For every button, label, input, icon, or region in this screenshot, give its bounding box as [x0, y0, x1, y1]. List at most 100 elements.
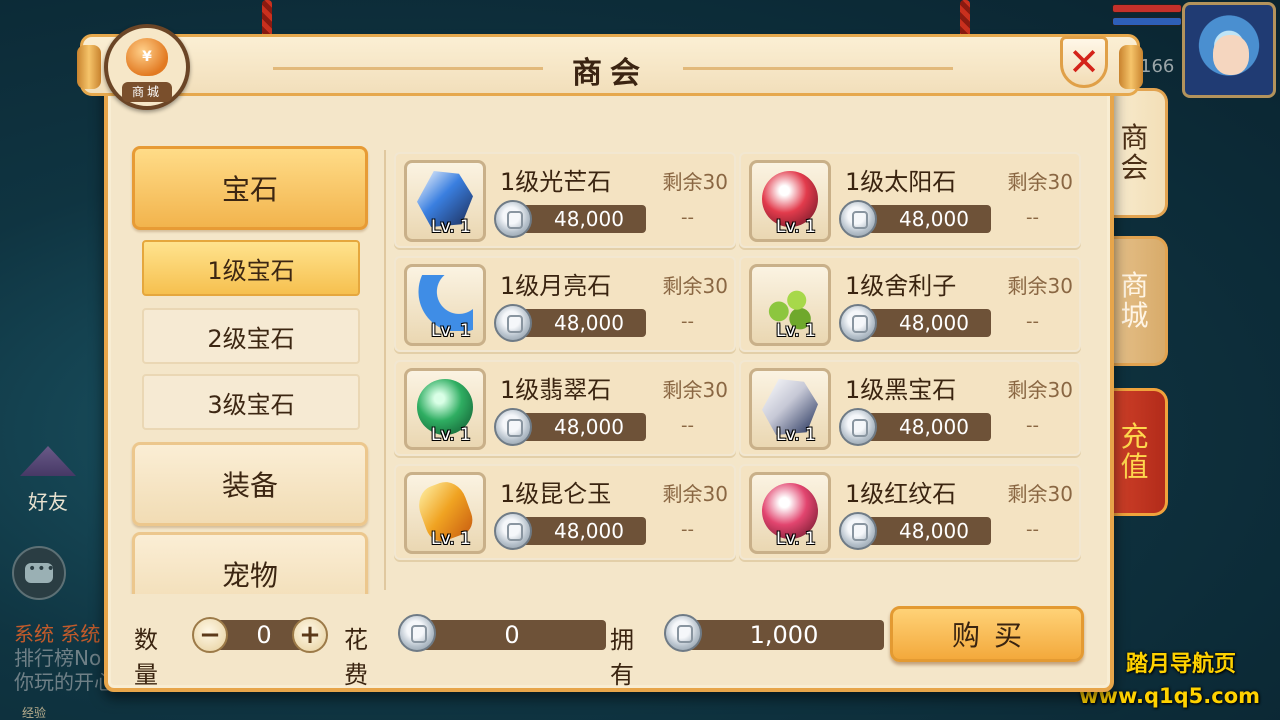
player-status-bars [1112, 4, 1182, 30]
silver-coin-icon [494, 304, 532, 342]
shop-item-card[interactable]: Lv. 1 1级太阳石 剩余30 48,000 -- [739, 152, 1081, 248]
item-name: 1级昆仑玉 [500, 480, 612, 508]
item-level: Lv. 1 [776, 425, 816, 445]
close-button[interactable]: ✕ [1060, 36, 1108, 88]
exp-label: 经验 [22, 706, 47, 720]
item-price: 48,000 [859, 517, 991, 545]
item-stock: 剩余30 [1007, 482, 1073, 506]
friends-label: 好友 [28, 490, 68, 514]
silver-coin-icon [839, 200, 877, 238]
item-stock: 剩余30 [662, 274, 728, 298]
item-level: Lv. 1 [431, 529, 471, 549]
mall-logo: ¥ 商城 [104, 24, 190, 110]
item-price: 48,000 [859, 205, 991, 233]
category-pets[interactable]: 宠物 [132, 532, 368, 594]
item-price: 48,000 [514, 517, 646, 545]
chat-line: 你玩的开心 [14, 670, 114, 694]
item-level: Lv. 1 [431, 217, 471, 237]
item-name: 1级月亮石 [500, 272, 612, 300]
plus-button[interactable]: + [292, 617, 328, 653]
item-price: 48,000 [514, 309, 646, 337]
item-level: Lv. 1 [776, 529, 816, 549]
shop-item-card[interactable]: Lv. 1 1级黑宝石 剩余30 48,000 -- [739, 360, 1081, 456]
silver-coin-icon [839, 304, 877, 342]
item-level: Lv. 1 [776, 321, 816, 341]
item-discount: -- [681, 311, 694, 332]
item-discount: -- [1026, 519, 1039, 540]
cost-value: 0 [418, 620, 606, 650]
item-price: 48,000 [859, 309, 991, 337]
silver-coin-icon [839, 408, 877, 446]
item-stock: 剩余30 [662, 482, 728, 506]
owned-label: 拥有 [610, 626, 634, 689]
chat-line: 排行榜No [14, 646, 102, 670]
chat-line: 系统 系统 [14, 622, 101, 646]
shop-item-card[interactable]: Lv. 1 1级翡翠石 剩余30 48,000 -- [394, 360, 736, 456]
item-icon-frame: Lv. 1 [749, 472, 831, 554]
silver-coin-icon [398, 614, 436, 652]
item-stock: 剩余30 [1007, 378, 1073, 402]
subcategory-gem-lv1[interactable]: 1级宝石 [142, 240, 360, 296]
silver-coin-icon [494, 512, 532, 550]
item-icon-frame: Lv. 1 [404, 368, 486, 450]
item-icon-frame: Lv. 1 [749, 264, 831, 346]
owned-value: 1,000 [684, 620, 884, 650]
shop-item-card[interactable]: Lv. 1 1级光芒石 剩余30 48,000 -- [394, 152, 736, 248]
friends-button[interactable]: 好友 [12, 446, 84, 516]
item-stock: 剩余30 [662, 170, 728, 194]
item-level: Lv. 1 [431, 425, 471, 445]
subcategory-gem-lv2[interactable]: 2级宝石 [142, 308, 360, 364]
quantity-label: 数量 [134, 626, 158, 689]
chat-button[interactable] [12, 546, 66, 600]
cost-label: 花费 [344, 626, 368, 689]
tab-label: 充值 [1120, 420, 1149, 483]
item-discount: -- [1026, 311, 1039, 332]
silver-coin-icon [839, 512, 877, 550]
buy-button[interactable]: 购买 [890, 606, 1084, 662]
column-divider [384, 150, 386, 590]
item-name: 1级翡翠石 [500, 376, 612, 404]
shop-item-card[interactable]: Lv. 1 1级月亮石 剩余30 48,000 -- [394, 256, 736, 352]
silver-coin-icon [664, 614, 702, 652]
tab-label: 商会 [1120, 121, 1149, 184]
chat-bubble-icon [25, 561, 56, 583]
item-discount: -- [1026, 415, 1039, 436]
item-price: 48,000 [514, 205, 646, 233]
item-icon-frame: Lv. 1 [749, 160, 831, 242]
close-icon: ✕ [1068, 40, 1100, 84]
silver-coin-icon [494, 200, 532, 238]
item-level: Lv. 1 [431, 321, 471, 341]
item-name: 1级太阳石 [845, 168, 957, 196]
subcategory-gem-lv3[interactable]: 3级宝石 [142, 374, 360, 430]
item-icon-frame: Lv. 1 [404, 160, 486, 242]
silver-coin-icon [494, 408, 532, 446]
item-stock: 剩余30 [662, 378, 728, 402]
item-price: 48,000 [859, 413, 991, 441]
item-name: 1级黑宝石 [845, 376, 957, 404]
money-bag-icon: ¥ [126, 38, 168, 76]
quantity-value[interactable]: 0 [244, 620, 284, 650]
straw-hat-icon [20, 446, 76, 476]
shop-title: 商会 [572, 56, 648, 91]
item-discount: -- [1026, 207, 1039, 228]
item-discount: -- [681, 519, 694, 540]
category-gems[interactable]: 宝石 [132, 146, 368, 230]
shop-item-card[interactable]: Lv. 1 1级昆仑玉 剩余30 48,000 -- [394, 464, 736, 560]
background-chat-log: 系统 系统 排行榜No 你玩的开心 [14, 622, 114, 694]
item-icon-frame: Lv. 1 [404, 264, 486, 346]
player-level: 166 [1140, 56, 1175, 77]
item-name: 1级红纹石 [845, 480, 957, 508]
item-name: 1级光芒石 [500, 168, 612, 196]
category-equipment[interactable]: 装备 [132, 442, 368, 526]
item-stock: 剩余30 [1007, 274, 1073, 298]
item-price: 48,000 [514, 413, 646, 441]
minus-button[interactable]: − [192, 617, 228, 653]
shop-item-card[interactable]: Lv. 1 1级舍利子 剩余30 48,000 -- [739, 256, 1081, 352]
tab-label: 商城 [1120, 269, 1149, 332]
item-level: Lv. 1 [776, 217, 816, 237]
shop-item-card[interactable]: Lv. 1 1级红纹石 剩余30 48,000 -- [739, 464, 1081, 560]
item-discount: -- [681, 415, 694, 436]
item-name: 1级舍利子 [845, 272, 957, 300]
item-icon-frame: Lv. 1 [749, 368, 831, 450]
player-avatar[interactable] [1182, 2, 1276, 98]
